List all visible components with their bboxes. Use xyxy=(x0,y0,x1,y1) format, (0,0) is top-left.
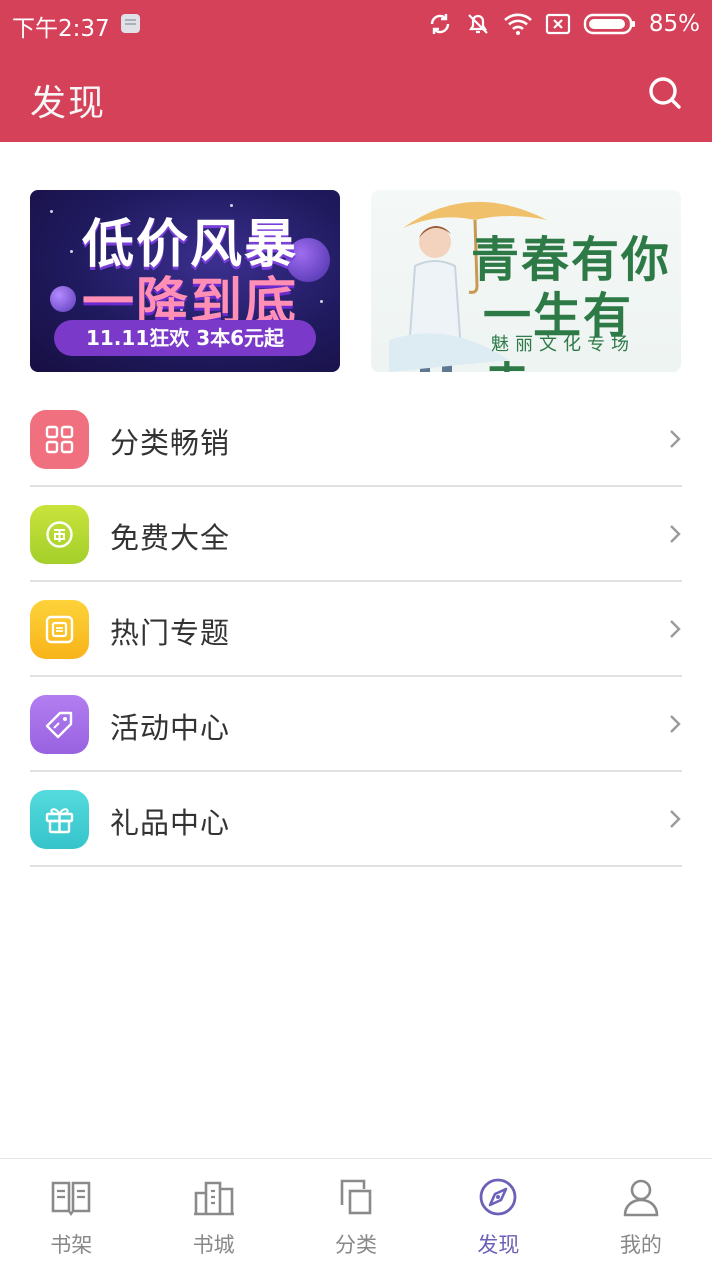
menu-item-label: 礼品中心 xyxy=(110,806,231,840)
banner-subheadline: 一生有幸 xyxy=(483,288,634,372)
tab-label: 分类 xyxy=(335,1233,378,1257)
icon-tile xyxy=(30,695,89,754)
star-decoration xyxy=(50,210,53,213)
promo-banner-youth[interactable]: 青春有你 一生有幸 魅丽文化专场 xyxy=(371,190,681,372)
page-title: 发现 xyxy=(30,83,107,124)
tab-label: 书架 xyxy=(50,1233,93,1257)
tab-label: 发现 xyxy=(477,1233,520,1257)
menu-item-events[interactable]: 活动中心 xyxy=(30,677,682,772)
tab-profile[interactable]: 我的 xyxy=(570,1159,712,1267)
status-bar: 下午2:37 85% xyxy=(0,0,712,50)
bookshelf-icon xyxy=(51,1181,91,1216)
battery-icon xyxy=(583,12,637,36)
tab-discover[interactable]: 发现 xyxy=(427,1159,569,1267)
menu-item-label: 活动中心 xyxy=(110,711,231,745)
chevron-right-icon xyxy=(670,620,681,638)
status-time: 下午2:37 xyxy=(12,16,110,42)
mute-bell-icon xyxy=(465,11,491,37)
planet-decoration xyxy=(50,286,76,312)
no-sim-icon xyxy=(545,13,571,35)
notification-icon xyxy=(121,14,140,33)
menu-item-label: 免费大全 xyxy=(110,521,231,555)
banner-caption: 魅丽文化专场 xyxy=(491,334,635,355)
wifi-icon xyxy=(503,12,533,36)
sync-icon xyxy=(427,11,453,37)
menu-item-label: 分类畅销 xyxy=(110,426,231,460)
category-icon xyxy=(340,1179,372,1215)
discover-menu: 分类畅销 免费大全 热门专题 活动中心 礼品中心 xyxy=(30,392,682,867)
tab-label: 我的 xyxy=(619,1233,662,1257)
menu-item-label: 热门专题 xyxy=(110,616,231,650)
banner-promo-pill: 11.11狂欢 3本6元起 xyxy=(54,320,316,356)
menu-item-free-books[interactable]: 免费大全 xyxy=(30,487,682,582)
icon-tile xyxy=(30,790,89,849)
menu-item-gifts[interactable]: 礼品中心 xyxy=(30,772,682,867)
tab-bookstore[interactable]: 书城 xyxy=(142,1159,284,1267)
icon-tile xyxy=(30,600,89,659)
topic-icon xyxy=(45,615,74,644)
battery-percent: 85% xyxy=(648,11,700,37)
promo-banner-sale[interactable]: 低价风暴 一降到底 11.11狂欢 3本6元起 xyxy=(30,190,340,372)
chevron-right-icon xyxy=(670,715,681,733)
gift-icon xyxy=(45,808,74,834)
chevron-right-icon xyxy=(670,810,681,828)
compass-icon xyxy=(480,1178,517,1216)
app-header: 下午2:37 85% 发现 xyxy=(0,0,712,142)
icon-tile xyxy=(30,410,89,469)
free-icon xyxy=(46,521,73,548)
star-decoration xyxy=(70,250,73,253)
title-bar: 发现 xyxy=(0,50,712,142)
tab-bookshelf[interactable]: 书架 xyxy=(0,1159,142,1267)
star-decoration xyxy=(320,300,323,303)
profile-icon xyxy=(623,1179,659,1217)
grid-icon xyxy=(45,425,74,454)
bottom-tab-bar: 书架 书城 分类 发现 我的 xyxy=(0,1158,712,1267)
chevron-right-icon xyxy=(670,525,681,543)
icon-tile xyxy=(30,505,89,564)
tag-icon xyxy=(45,711,73,739)
status-icons: 85% xyxy=(427,8,700,40)
bookstore-icon xyxy=(193,1181,234,1216)
search-button[interactable] xyxy=(646,74,686,114)
chevron-right-icon xyxy=(670,430,681,448)
search-icon xyxy=(649,77,681,109)
menu-item-category-bestsellers[interactable]: 分类畅销 xyxy=(30,392,682,487)
tab-label: 书城 xyxy=(192,1233,235,1257)
tab-category[interactable]: 分类 xyxy=(285,1159,427,1267)
menu-item-hot-topics[interactable]: 热门专题 xyxy=(30,582,682,677)
